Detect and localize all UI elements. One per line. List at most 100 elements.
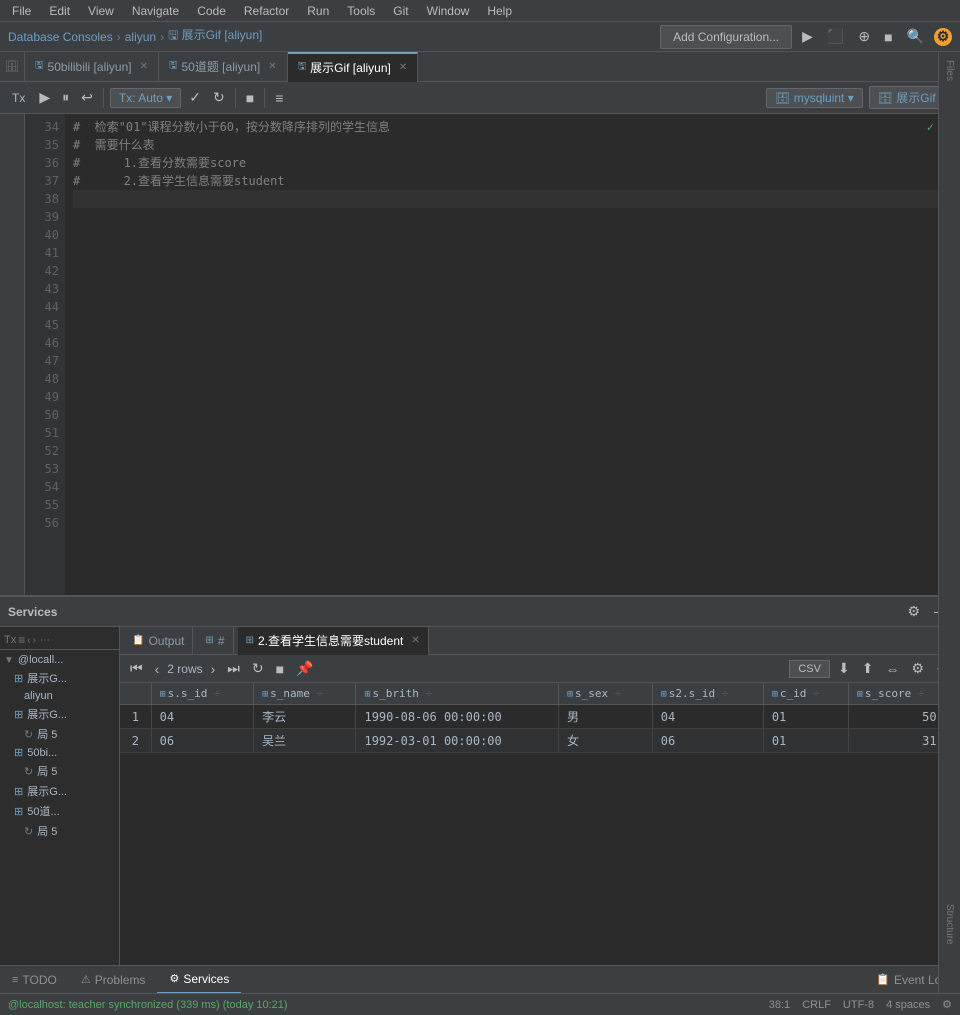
add-configuration-button[interactable]: Add Configuration... xyxy=(660,25,792,49)
table-icon: ⊞ xyxy=(205,635,213,646)
menu-help[interactable]: Help xyxy=(479,2,520,20)
debug-button[interactable]: ⬛ xyxy=(823,26,848,47)
bottom-tab-todo[interactable]: ≡ TODO xyxy=(0,966,69,994)
indent-info[interactable]: 4 spaces xyxy=(886,999,930,1011)
pause-button[interactable]: ⏸ xyxy=(58,87,73,108)
transpose-button[interactable]: ⬆ xyxy=(858,658,878,679)
refresh-button[interactable]: ↻ xyxy=(209,87,229,108)
th-sbrith[interactable]: ⊞s_brith ÷ xyxy=(356,683,559,705)
tab-close-50bilibili[interactable]: ✕ xyxy=(140,61,148,72)
sidebar-item-5b[interactable]: ↻ 局 5 xyxy=(0,761,119,781)
breadcrumb-db-consoles[interactable]: Database Consoles xyxy=(8,30,113,44)
sidebar-item-50dao[interactable]: ⊞ 50道... xyxy=(0,801,119,821)
menu-view[interactable]: View xyxy=(80,2,122,20)
prev-row-button[interactable]: ‹ xyxy=(151,659,164,679)
user-avatar[interactable]: ⚙ xyxy=(934,28,952,46)
services-tab-output[interactable]: 📋 Output xyxy=(124,627,193,655)
execute-button[interactable]: ▶ xyxy=(35,87,54,108)
menu-window[interactable]: Window xyxy=(419,2,478,20)
editor-body: 3435363738394041424344454647484950515253… xyxy=(0,114,960,595)
rollback-button[interactable]: ↩ xyxy=(77,87,97,108)
services-tab-student[interactable]: ⊞ 2.查看学生信息需要student ✕ xyxy=(238,627,429,655)
th-cid[interactable]: ⊞c_id ÷ xyxy=(763,683,848,705)
services-settings-icon[interactable]: ⚙ xyxy=(903,601,924,622)
breadcrumb-current[interactable]: 🖫 展示Gif [aliyun] xyxy=(168,26,262,47)
sidebar-list-icon[interactable]: ≡ xyxy=(18,633,25,647)
bottom-tab-services[interactable]: ⚙ Services xyxy=(157,966,241,994)
sidebar-item-5a[interactable]: ↻ 局 5 xyxy=(0,724,119,744)
stop-query-button[interactable]: ■ xyxy=(242,88,258,108)
auto-mode-badge[interactable]: Tx: Auto ▾ xyxy=(110,88,181,108)
export-button[interactable]: ⬇ xyxy=(834,658,854,679)
bottom-tab-problems[interactable]: ⚠ Problems xyxy=(69,966,158,994)
cell-sbrith: 1990-08-06 00:00:00 xyxy=(356,705,559,729)
settings-table-button[interactable]: ⚙ xyxy=(907,658,928,679)
menu-edit[interactable]: Edit xyxy=(41,2,78,20)
code-editor[interactable]: # 检索"01"课程分数小于60，按分数降序排列的学生信息✓# 需要什么表# 1… xyxy=(65,114,950,595)
stop-table-button[interactable]: ■ xyxy=(272,659,288,679)
sidebar-more-icon[interactable]: ⋯ xyxy=(40,635,50,646)
th-sname[interactable]: ⊞s_name ÷ xyxy=(254,683,356,705)
last-row-button[interactable]: ⏭ xyxy=(223,658,244,679)
th-ssid[interactable]: ⊞s.s_id ÷ xyxy=(151,683,253,705)
search-icon[interactable]: 🔍 xyxy=(903,26,928,47)
services-tab-hash[interactable]: ⊞ # xyxy=(197,627,233,655)
coverage-button[interactable]: ⊕ xyxy=(854,26,874,47)
menu-run[interactable]: Run xyxy=(299,2,337,20)
structure-label[interactable]: Structure xyxy=(940,900,959,949)
menu-file[interactable]: File xyxy=(4,2,39,20)
breadcrumb-aliyun[interactable]: aliyun xyxy=(125,30,156,44)
sidebar-prev-icon[interactable]: ‹ xyxy=(27,635,30,646)
services-body: Tx ≡ ‹ › ⋯ ▼ @locall... ⊞ 展示G... aliyun xyxy=(0,627,960,965)
bottom-tabs: ≡ TODO ⚠ Problems ⚙ Services 📋 Event Log xyxy=(0,965,960,993)
menu-git[interactable]: Git xyxy=(385,2,416,20)
toolbar-divider xyxy=(103,88,104,108)
tab-50bilibili[interactable]: 🖫 50bilibili [aliyun] ✕ xyxy=(25,52,159,82)
tab-zhangshigif[interactable]: 🖫 展示Gif [aliyun] ✕ xyxy=(288,52,419,82)
run-button[interactable]: ▶ xyxy=(798,26,817,47)
menu-navigate[interactable]: Navigate xyxy=(124,2,187,20)
tab-close-50daoti[interactable]: ✕ xyxy=(268,61,276,72)
line-separator[interactable]: CRLF xyxy=(802,999,831,1011)
sidebar-item-5c[interactable]: ↻ 局 5 xyxy=(0,821,119,841)
th-ssex[interactable]: ⊞s_sex ÷ xyxy=(559,683,653,705)
tab-close-zhangshigif[interactable]: ✕ xyxy=(399,62,407,73)
csv-button[interactable]: CSV xyxy=(789,660,830,678)
compare-button[interactable]: ⇔ xyxy=(881,659,903,679)
settings-icon[interactable]: ⚙ xyxy=(942,998,952,1011)
th-s2sid[interactable]: ⊞s2.s_id ÷ xyxy=(652,683,763,705)
cell-cid: 01 xyxy=(763,705,848,729)
sidebar-item-zhangshi2[interactable]: ⊞ 展示G... xyxy=(0,704,119,724)
sidebar-item-zhangshi3[interactable]: ⊞ 展示G... xyxy=(0,781,119,801)
check-button[interactable]: ✓ xyxy=(185,87,205,108)
menu-tools[interactable]: Tools xyxy=(339,2,383,20)
table-row[interactable]: 1 04 李云 1990-08-06 00:00:00 男 04 01 50.0 xyxy=(120,705,960,729)
sidebar-item-locall[interactable]: ▼ @locall... xyxy=(0,652,119,668)
next-row-button[interactable]: › xyxy=(207,659,220,679)
menu-refactor[interactable]: Refactor xyxy=(236,2,297,20)
stop-button[interactable]: ■ xyxy=(880,27,896,47)
refresh-table-button[interactable]: ↻ xyxy=(248,658,268,679)
menu-code[interactable]: Code xyxy=(189,2,234,20)
first-row-button[interactable]: ⏮ xyxy=(126,658,147,679)
services-controls: Tx ≡ ‹ › ⋯ xyxy=(0,631,119,650)
table-icon2: ⊞ xyxy=(246,635,254,646)
pin-button[interactable]: 📌 xyxy=(292,658,317,679)
db-icon-small3: ⊞ xyxy=(14,746,23,759)
format-button[interactable]: ≡ xyxy=(271,88,287,108)
table-toolbar-right: CSV ⬇ ⬆ ⇔ ⚙ ⋯ xyxy=(789,658,954,679)
tab-50daoti[interactable]: 🖫 50道题 [aliyun] ✕ xyxy=(159,52,288,82)
th-rownum xyxy=(120,683,151,705)
sidebar-next-icon[interactable]: › xyxy=(33,635,36,646)
encoding[interactable]: UTF-8 xyxy=(843,999,874,1011)
table-wrapper[interactable]: ⊞s.s_id ÷ ⊞s_name ÷ ⊞s_brith ÷ ⊞s_sex ÷ … xyxy=(120,683,960,965)
todo-icon: ≡ xyxy=(12,974,18,986)
table-row[interactable]: 2 06 吴兰 1992-03-01 00:00:00 女 06 01 31.0 xyxy=(120,729,960,753)
tab-close-student[interactable]: ✕ xyxy=(411,635,419,646)
files-label[interactable]: Files xyxy=(940,56,959,85)
db-selector[interactable]: 🗄 mysqluint ▾ xyxy=(766,88,863,108)
sidebar-item-aliyun[interactable]: aliyun xyxy=(0,688,119,704)
cursor-position[interactable]: 38:1 xyxy=(769,999,790,1011)
sidebar-item-50bi[interactable]: ⊞ 50bi... xyxy=(0,744,119,761)
sidebar-item-zhangshi1[interactable]: ⊞ 展示G... xyxy=(0,668,119,688)
